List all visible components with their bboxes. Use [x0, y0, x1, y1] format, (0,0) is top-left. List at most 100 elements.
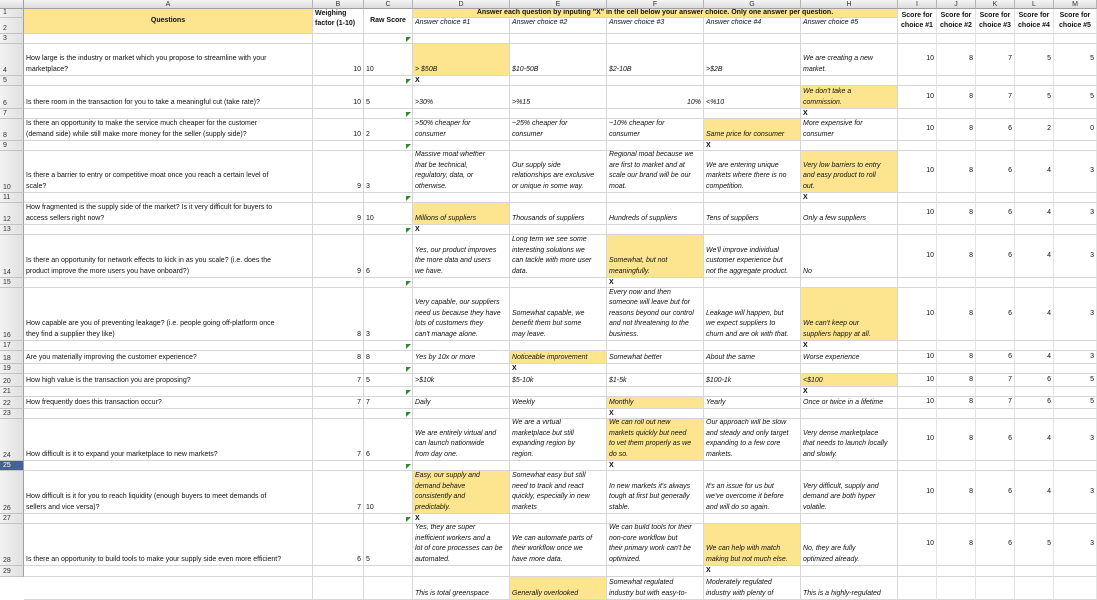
weight-value[interactable]: 7	[313, 419, 364, 461]
cell[interactable]	[976, 514, 1015, 524]
row-header-21[interactable]: 21	[0, 387, 24, 397]
cell[interactable]	[510, 34, 607, 44]
cell[interactable]	[607, 109, 704, 119]
answer-choice-header-3[interactable]: Answer choice #3	[607, 18, 704, 34]
cell[interactable]	[510, 341, 607, 351]
column-header-i[interactable]: I	[898, 0, 937, 9]
weight-value[interactable]: 8	[313, 288, 364, 341]
selection-mark[interactable]: X	[801, 341, 898, 351]
score-value[interactable]: 3	[1054, 288, 1097, 341]
cell[interactable]	[1054, 225, 1097, 235]
column-header-l[interactable]: L	[1015, 0, 1054, 9]
cell[interactable]	[607, 566, 704, 577]
score-header-5[interactable]: Score for choice #5	[1054, 9, 1097, 34]
answer-choice-1[interactable]: >50% cheaper for consumer	[413, 119, 510, 141]
selection-mark[interactable]: X	[607, 409, 704, 419]
cell[interactable]	[1015, 193, 1054, 203]
raw-score-value[interactable]: 2	[364, 119, 413, 141]
column-header-c[interactable]: C	[364, 0, 413, 9]
score-value[interactable]: 4	[1015, 419, 1054, 461]
cell[interactable]	[704, 34, 801, 44]
answer-choice-3[interactable]: We can roll out new markets quickly but n…	[607, 419, 704, 461]
score-value[interactable]: 3	[1054, 419, 1097, 461]
cell[interactable]	[413, 193, 510, 203]
cell[interactable]	[24, 364, 313, 374]
cell[interactable]	[898, 341, 937, 351]
answer-choice-1[interactable]: >30%	[413, 86, 510, 109]
row-header-28[interactable]: 28	[0, 524, 24, 566]
cell[interactable]	[313, 577, 364, 600]
answer-choice-4[interactable]: We can help with match making but not muc…	[704, 524, 801, 566]
cell[interactable]	[413, 409, 510, 419]
cell[interactable]	[898, 566, 937, 577]
row-header-25[interactable]: 25	[0, 461, 24, 471]
score-value[interactable]: 5	[1054, 397, 1097, 409]
score-value[interactable]: 8	[937, 119, 976, 141]
cell[interactable]	[898, 387, 937, 397]
cell[interactable]	[976, 364, 1015, 374]
cell[interactable]	[801, 76, 898, 86]
row-header-15[interactable]: 15	[0, 278, 24, 288]
column-header-h[interactable]: H	[801, 0, 898, 9]
answer-choice-1[interactable]: Millions of suppliers	[413, 203, 510, 225]
score-value[interactable]: 4	[1015, 288, 1054, 341]
answer-choice-header-2[interactable]: Answer choice #2	[510, 18, 607, 34]
row-header-16[interactable]: 16	[0, 288, 24, 341]
answer-choice-4[interactable]: About the same	[704, 351, 801, 364]
answer-choice-4[interactable]: <%10	[704, 86, 801, 109]
cell[interactable]	[1054, 566, 1097, 577]
score-value[interactable]: 7	[976, 44, 1015, 76]
answer-choice-2[interactable]: $10-50B	[510, 44, 607, 76]
answer-choice-3[interactable]: Somewhat regulated industry but with easy…	[607, 577, 704, 600]
cell[interactable]	[801, 566, 898, 577]
cell[interactable]	[898, 193, 937, 203]
score-value[interactable]: 3	[1054, 524, 1097, 566]
cell[interactable]	[1054, 387, 1097, 397]
cell[interactable]	[1015, 364, 1054, 374]
cell[interactable]	[313, 341, 364, 351]
score-value[interactable]: 10	[898, 203, 937, 225]
raw-score-value[interactable]: 10	[364, 203, 413, 225]
cell[interactable]	[937, 566, 976, 577]
selection-mark[interactable]: X	[510, 364, 607, 374]
cell[interactable]	[510, 566, 607, 577]
cell[interactable]	[24, 76, 313, 86]
cell[interactable]	[1015, 341, 1054, 351]
cell[interactable]	[510, 76, 607, 86]
score-value[interactable]: 5	[1015, 86, 1054, 109]
score-value[interactable]: 6	[976, 351, 1015, 364]
cell[interactable]	[1015, 225, 1054, 235]
answer-choice-3[interactable]: Hundreds of suppliers	[607, 203, 704, 225]
answer-choice-5[interactable]: This is a highly-regulated	[801, 577, 898, 600]
answer-choice-5[interactable]: Once or twice in a lifetime	[801, 397, 898, 409]
cell[interactable]	[898, 577, 937, 600]
column-header-m[interactable]: M	[1054, 0, 1097, 9]
column-header-f[interactable]: F	[607, 0, 704, 9]
cell[interactable]	[413, 461, 510, 471]
answer-choice-1[interactable]: Yes by 10x or more	[413, 351, 510, 364]
cell[interactable]	[898, 278, 937, 288]
cell[interactable]	[24, 141, 313, 151]
column-header-a[interactable]: A	[24, 0, 313, 9]
cell[interactable]	[1054, 364, 1097, 374]
answer-choice-5[interactable]: Only a few suppliers	[801, 203, 898, 225]
score-header-2[interactable]: Score for choice #2	[937, 9, 976, 34]
question-text[interactable]: Is there room in the transaction for you…	[24, 86, 313, 109]
answer-choice-1[interactable]: Very capable, our suppliers need us becau…	[413, 288, 510, 341]
score-value[interactable]: 3	[1054, 471, 1097, 514]
column-header-k[interactable]: K	[976, 0, 1015, 9]
cell[interactable]	[313, 364, 364, 374]
answer-choice-1[interactable]: > $50B	[413, 44, 510, 76]
answer-choice-5[interactable]: Very dense marketplace that needs to laun…	[801, 419, 898, 461]
score-value[interactable]: 8	[937, 203, 976, 225]
score-value[interactable]: 10	[898, 374, 937, 387]
selection-mark[interactable]: X	[413, 76, 510, 86]
weight-value[interactable]: 6	[313, 524, 364, 566]
weight-value[interactable]: 7	[313, 374, 364, 387]
answer-choice-2[interactable]: Somewhat easy but still need to track and…	[510, 471, 607, 514]
answer-choice-4[interactable]: >$2B	[704, 44, 801, 76]
row-header-19[interactable]: 19	[0, 364, 24, 374]
answer-choice-2[interactable]: Our supply side relationships are exclusi…	[510, 151, 607, 193]
cell[interactable]	[313, 109, 364, 119]
score-header-1[interactable]: Score for choice #1	[898, 9, 937, 34]
